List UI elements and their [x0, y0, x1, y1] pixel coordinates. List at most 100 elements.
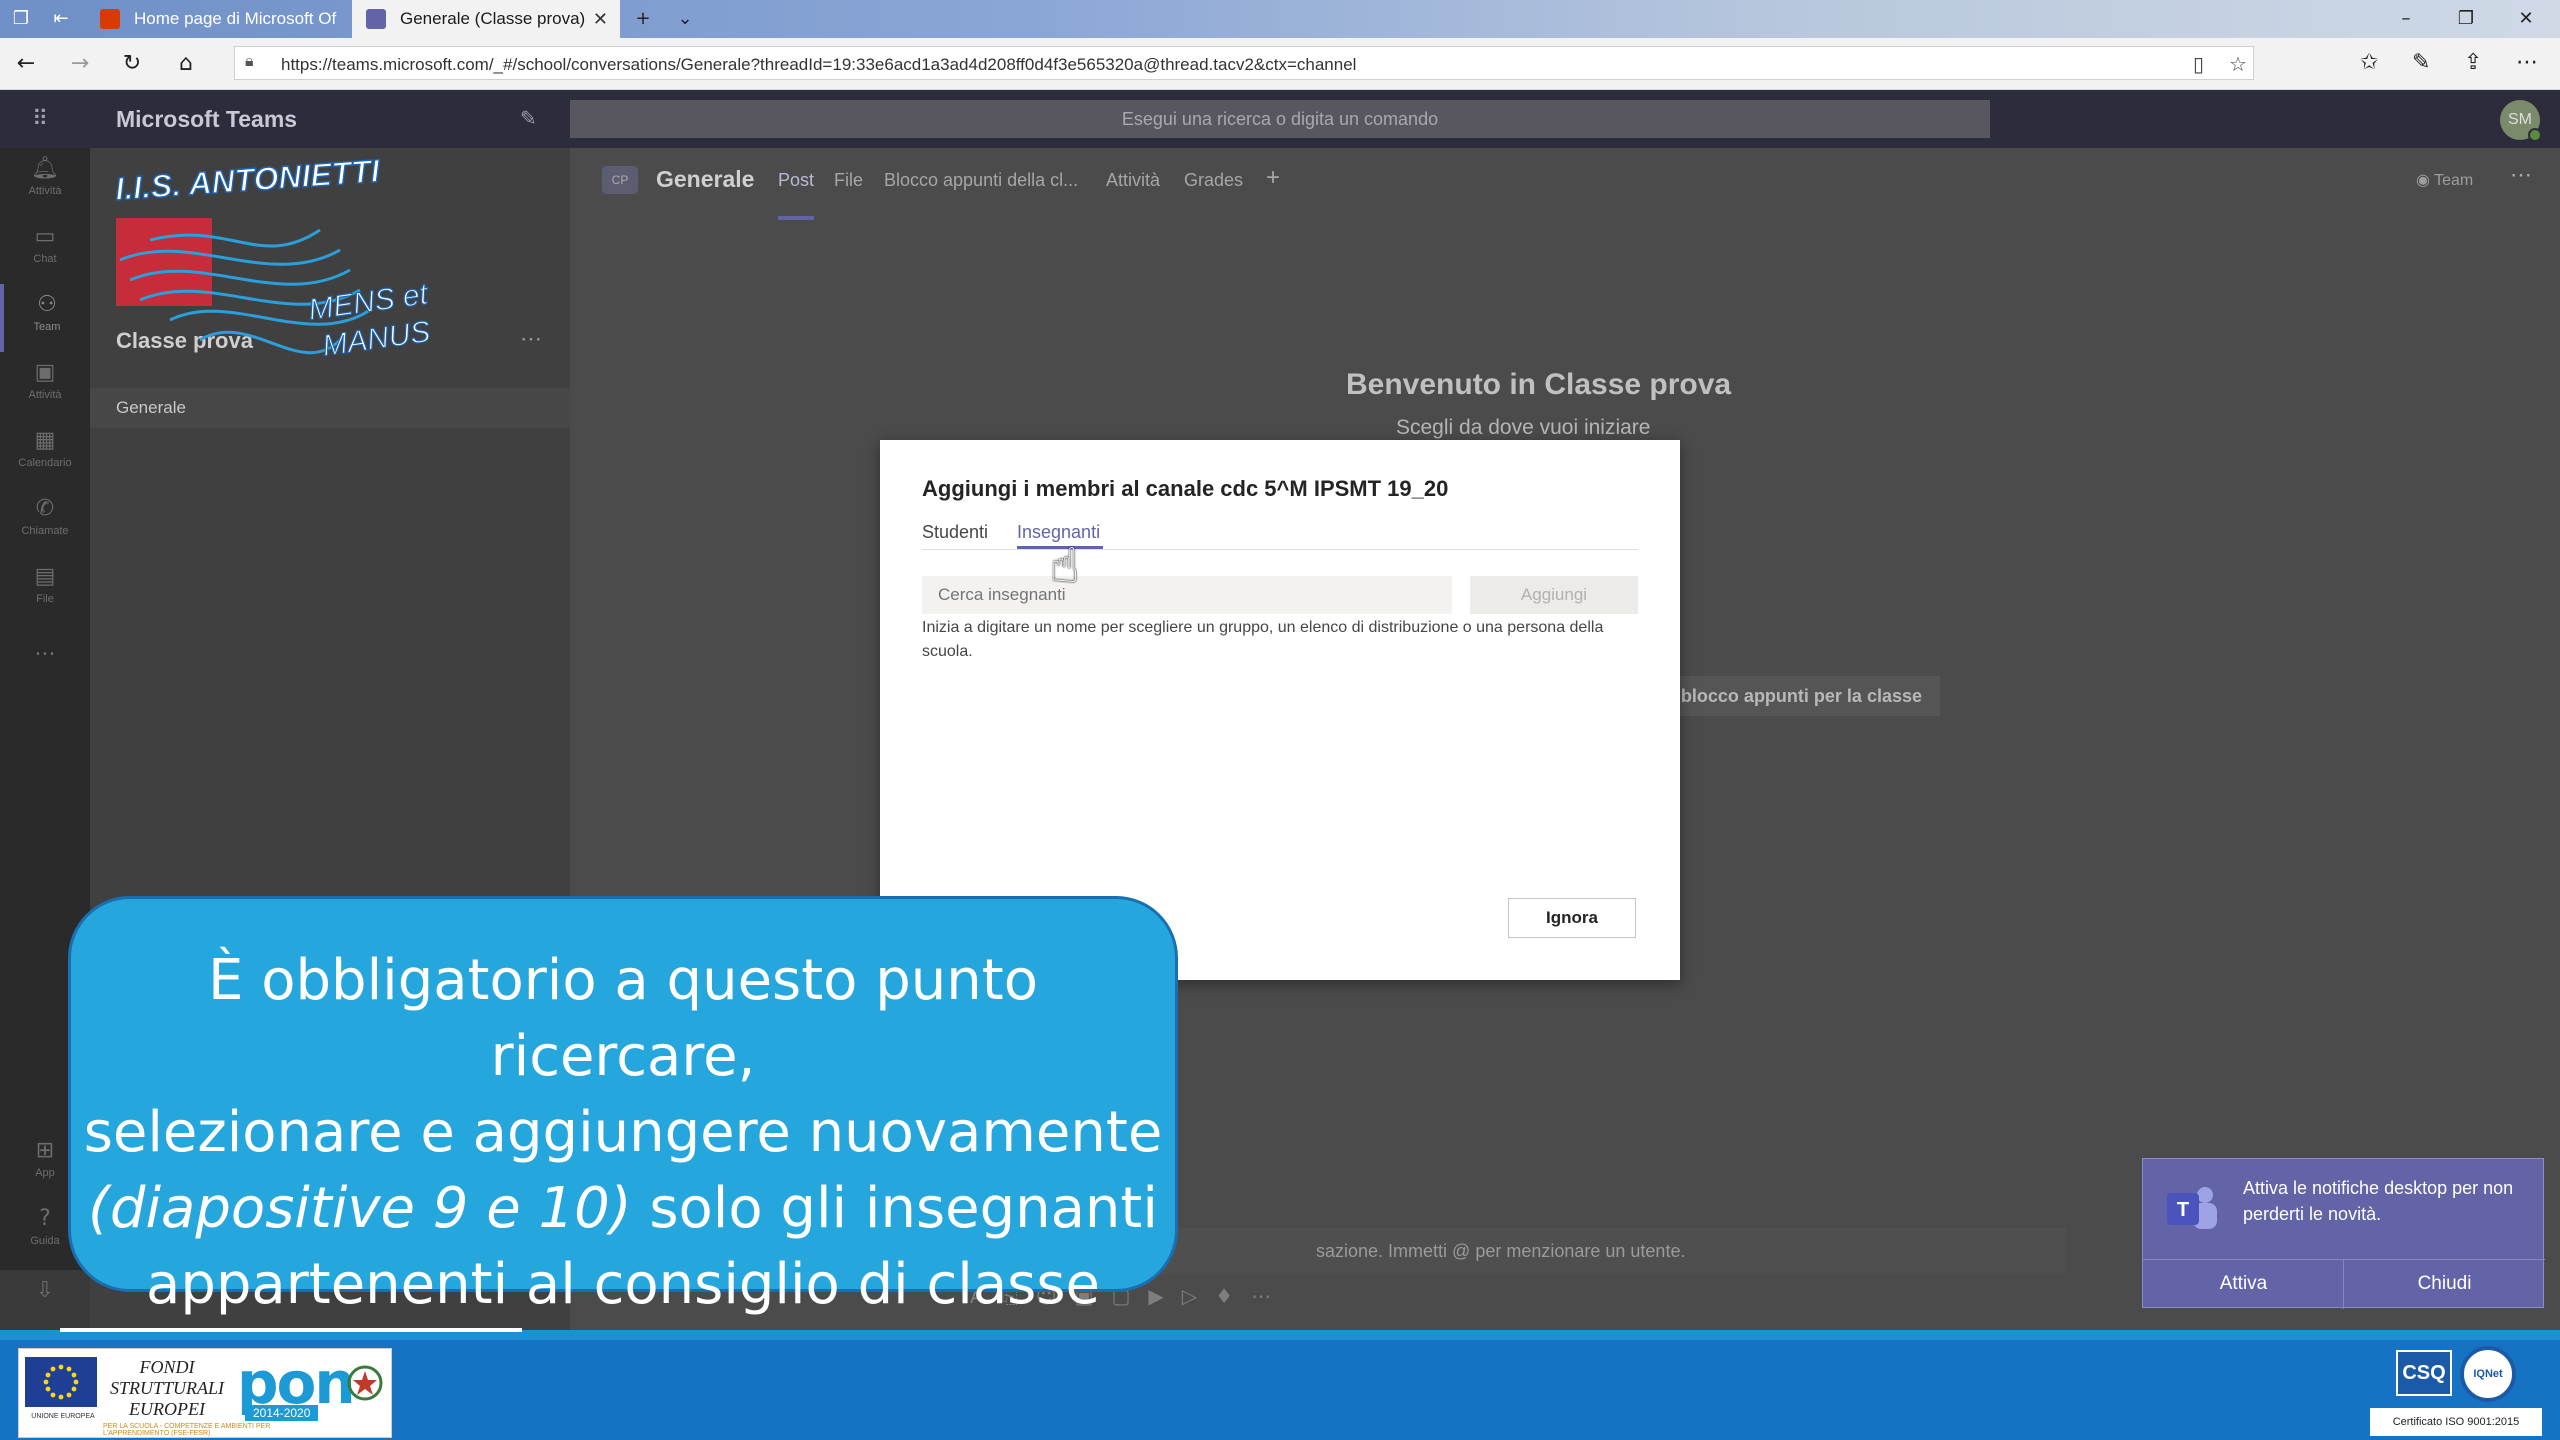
new-chat-icon[interactable]: ✎: [520, 106, 537, 130]
compose-more-icon[interactable]: ⋯: [1251, 1284, 1289, 1308]
refresh-icon[interactable]: ↻: [118, 50, 146, 78]
share-icon[interactable]: ⇪: [2464, 50, 2482, 75]
rail-chat[interactable]: ▭ Chat: [0, 216, 90, 284]
svg-text:T: T: [2177, 1199, 2189, 1221]
favorites-icon[interactable]: ✩: [2360, 50, 2378, 75]
rail-more[interactable]: ...: [0, 628, 90, 696]
teacher-search-input[interactable]: [922, 576, 1452, 614]
toast-message: Attiva le notifiche desktop per non perd…: [2243, 1178, 2514, 1224]
add-tab-icon[interactable]: +: [1266, 164, 1280, 192]
teams-logo-icon: T: [2167, 1187, 2217, 1229]
assignments-icon: ▣: [34, 360, 56, 385]
csq-logo: CSQ: [2396, 1350, 2452, 1396]
lock-icon: 🔒︎: [245, 53, 254, 70]
tab-label: Home page di Microsoft Of: [134, 9, 337, 28]
caption-line-1: È obbligatorio a questo punto ricercare,: [208, 948, 1038, 1089]
instruction-caption: È obbligatorio a questo punto ricercare,…: [68, 896, 1178, 1317]
channel-title: Generale: [656, 166, 755, 192]
pon-banner: UNIONE EUROPEA FONDI STRUTTURALI EUROPEI…: [18, 1348, 392, 1438]
search-hint: Inizia a digitare un nome per scegliere …: [922, 619, 1604, 660]
back-icon[interactable]: ←: [12, 50, 40, 78]
fondi-label: FONDI STRUTTURALI EUROPEI: [109, 1357, 225, 1419]
close-window-icon[interactable]: ✕: [2496, 0, 2556, 38]
tab-divider: [922, 549, 1638, 550]
bell-icon: 🔔︎: [31, 156, 59, 181]
tab-studenti[interactable]: Studenti: [922, 522, 988, 543]
url-field[interactable]: 🔒︎ https://teams.microsoft.com/_#/school…: [234, 46, 2254, 80]
slide-progress-bar: [60, 1328, 522, 1332]
file-icon: ▤: [34, 564, 56, 589]
favorite-star-icon[interactable]: ☆: [2229, 52, 2247, 76]
notification-toast: T Attiva le notifiche desktop per non pe…: [2142, 1158, 2545, 1309]
pon-years: 2014-2020: [245, 1405, 319, 1421]
tab-office-home[interactable]: Home page di Microsoft Of: [86, 0, 348, 38]
more-icon: ...: [34, 636, 56, 661]
caption-line-3-rest: solo gli insegnanti: [631, 1176, 1158, 1241]
footer-band: UNIONE EUROPEA FONDI STRUTTURALI EUROPEI…: [0, 1340, 2560, 1440]
teams-icon: ⚇: [37, 292, 57, 317]
tab-generale[interactable]: Generale (Classe prova) ✕: [352, 0, 620, 38]
app-launcher-icon[interactable]: ⠿: [32, 106, 48, 132]
tab-file[interactable]: File: [834, 170, 863, 191]
toast-activate-button[interactable]: Attiva: [2143, 1259, 2344, 1309]
active-tab-indicator: [778, 216, 814, 220]
iqnet-logo: IQNet: [2460, 1346, 2516, 1402]
eu-flag-icon: [25, 1357, 97, 1407]
ignore-button[interactable]: Ignora: [1508, 898, 1636, 938]
rail-assignments[interactable]: ▣ Attività: [0, 352, 90, 420]
eu-stars: [43, 1364, 79, 1400]
svg-text:I.I.S. ANTONIETTI: I.I.S. ANTONIETTI: [114, 153, 382, 207]
italian-emblem-icon: [347, 1365, 383, 1401]
toast-close-button[interactable]: Chiudi: [2344, 1259, 2545, 1309]
office-icon: [100, 9, 120, 29]
close-tab-icon[interactable]: ✕: [593, 9, 608, 30]
url-text[interactable]: https://teams.microsoft.com/_#/school/co…: [281, 55, 1356, 75]
pen-icon[interactable]: ✎: [2412, 50, 2430, 75]
hand-cursor-icon: ☝: [1050, 538, 1080, 594]
phone-icon: ✆: [35, 496, 55, 521]
reading-view-icon[interactable]: ▯: [2193, 52, 2204, 76]
restore-icon[interactable]: ❐: [2436, 0, 2496, 38]
praise-icon[interactable]: ♦: [1215, 1284, 1251, 1308]
caption-line-2: selezionare e aggiungere nuovamente: [83, 1100, 1163, 1165]
rail-teams[interactable]: ⚇ Team: [0, 284, 90, 352]
team-more-icon[interactable]: ⋯: [520, 326, 542, 352]
rail-activity[interactable]: 🔔︎ Attività: [0, 148, 90, 216]
pon-subtitle: PER LA SCUOLA - COMPETENZE E AMBIENTI PE…: [103, 1423, 271, 1437]
avatar-initials: SM: [2508, 111, 2532, 128]
tab-grades[interactable]: Grades: [1184, 170, 1243, 191]
browser-tab-bar: ❐ ⇤ Home page di Microsoft Of Generale (…: [0, 0, 2560, 38]
tab-post[interactable]: Post: [778, 170, 814, 191]
minimize-icon[interactable]: –: [2376, 0, 2436, 38]
dialog-title: Aggiungi i membri al canale cdc 5^M IPSM…: [922, 476, 1449, 501]
welcome-title: Benvenuto in Classe prova: [1346, 368, 1732, 401]
team-chip[interactable]: ◉ Team: [2416, 170, 2473, 190]
rail-calls[interactable]: ✆ Chiamate: [0, 488, 90, 556]
set-aside-tabs-icon[interactable]: ⇤: [48, 6, 74, 32]
calendar-icon: ▦: [34, 428, 56, 453]
tab-actions-icon[interactable]: ❐: [8, 6, 34, 32]
tab-assignments[interactable]: Attività: [1106, 170, 1160, 191]
tab-notebook[interactable]: Blocco appunti della cl...: [884, 170, 1078, 191]
teams-top-bar: ⠿ Microsoft Teams ✎ Esegui una ricerca o…: [0, 90, 2560, 148]
home-icon[interactable]: ⌂: [172, 50, 200, 78]
settings-more-icon[interactable]: ⋯: [2516, 50, 2538, 75]
school-logo: I.I.S. ANTONIETTI MENS et MANUS: [110, 150, 490, 400]
new-tab-icon[interactable]: +: [630, 6, 656, 32]
command-search[interactable]: Esegui una ricerca o digita un comando: [570, 100, 1990, 138]
presence-dot: [2528, 128, 2542, 142]
channel-more-icon[interactable]: ⋯: [2510, 162, 2532, 188]
teams-tab-icon: [366, 9, 386, 29]
stream-icon[interactable]: ▷: [1182, 1284, 1215, 1308]
add-button[interactable]: Aggiungi: [1470, 576, 1638, 614]
notebook-button[interactable]: blocco appunti per la classe: [1650, 676, 1940, 716]
address-bar-row: ← → ↻ ⌂ 🔒︎ https://teams.microsoft.com/_…: [0, 38, 2560, 90]
tab-list-chevron-icon[interactable]: ⌄: [672, 6, 698, 32]
avatar[interactable]: SM: [2500, 100, 2542, 142]
rail-calendar[interactable]: ▦ Calendario: [0, 420, 90, 488]
caption-italic: (diapositive 9 e 10): [88, 1176, 632, 1241]
caption-line-3: (diapositive 9 e 10) solo gli insegnanti: [71, 1171, 1175, 1247]
forward-icon[interactable]: →: [66, 50, 94, 78]
caption-line-4: appartenenti al consiglio di classe: [146, 1252, 1100, 1317]
rail-files[interactable]: ▤ File: [0, 556, 90, 624]
